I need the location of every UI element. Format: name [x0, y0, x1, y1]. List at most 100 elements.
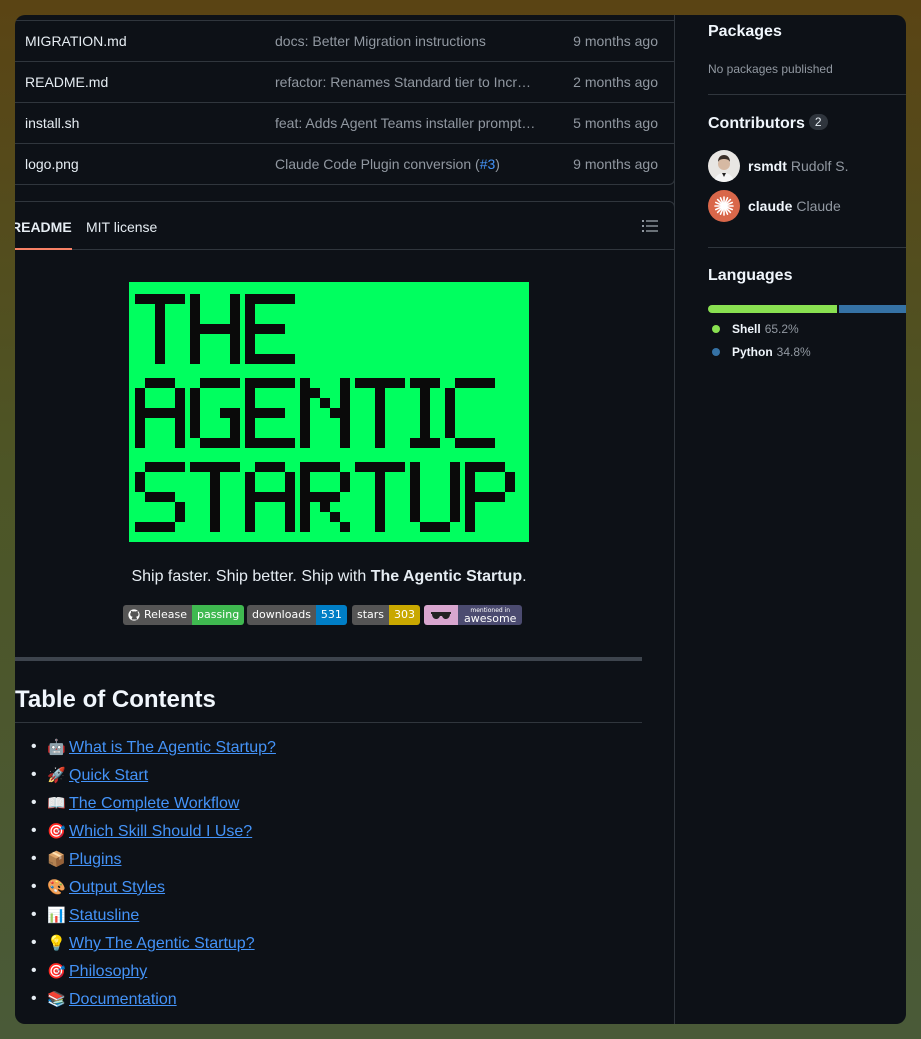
- commit-time: 9 months ago: [573, 33, 658, 49]
- toc-emoji-icon: 🎯: [47, 962, 66, 980]
- commit-time: 2 months ago: [573, 74, 658, 90]
- toc-item: 🎯Philosophy: [31, 962, 276, 990]
- contributor-rsmdt[interactable]: rsmdt Rudolf S.: [708, 150, 849, 182]
- toc-item: 🚀Quick Start: [31, 766, 276, 794]
- window: MIGRATION.md docs: Better Migration inst…: [15, 15, 906, 1024]
- tab-license[interactable]: MIT license: [86, 219, 157, 235]
- language-dot: [712, 325, 720, 333]
- contributors-count: 2: [808, 114, 828, 130]
- toc-link[interactable]: The Complete Workflow: [69, 795, 239, 812]
- contributor-login[interactable]: claude: [748, 198, 792, 214]
- toc-emoji-icon: 🎯: [47, 822, 66, 840]
- toc-item: 💡Why The Agentic Startup?: [31, 934, 276, 962]
- contributor-name: Rudolf S.: [790, 158, 849, 174]
- language-bar-segment: [839, 305, 906, 313]
- toc-emoji-icon: 🚀: [47, 766, 66, 784]
- pr-link[interactable]: #3: [480, 156, 496, 172]
- divider: [15, 722, 642, 723]
- tab-readme[interactable]: README: [15, 219, 72, 250]
- file-list: MIGRATION.md docs: Better Migration inst…: [15, 20, 675, 185]
- commit-message[interactable]: Claude Code Plugin conversion (#3): [275, 156, 540, 172]
- github-icon: [128, 609, 140, 621]
- commit-message-suffix: ): [495, 156, 500, 172]
- language-name: Shell: [732, 322, 761, 336]
- awesome-badge[interactable]: mentioned in awesome: [424, 605, 523, 625]
- toc-emoji-icon: 📦: [47, 850, 66, 868]
- sidebar: Packages No packages published Contribut…: [674, 15, 906, 1024]
- toc-item: 🎨Output Styles: [31, 878, 276, 906]
- toc-link[interactable]: Documentation: [69, 991, 177, 1008]
- toc-emoji-icon: 📊: [47, 906, 66, 924]
- toc-item: 📖The Complete Workflow: [31, 794, 276, 822]
- language-item-python[interactable]: Python 34.8%: [712, 345, 811, 359]
- packages-heading[interactable]: Packages: [708, 23, 782, 41]
- readme-tabs: README MIT license: [15, 202, 674, 250]
- tagline-bold: The Agentic Startup: [370, 568, 523, 585]
- tagline: Ship faster. Ship better. Ship with The …: [15, 568, 643, 586]
- file-name[interactable]: MIGRATION.md: [25, 33, 127, 49]
- list-icon[interactable]: [642, 219, 658, 233]
- file-name[interactable]: README.md: [25, 74, 108, 90]
- toc-link[interactable]: Output Styles: [69, 879, 165, 896]
- badge-row: Release passing downloads 531 stars 303 …: [123, 605, 543, 627]
- toc-emoji-icon: 🤖: [47, 738, 66, 756]
- tagline-text: Ship faster. Ship better. Ship with: [131, 568, 371, 585]
- file-name[interactable]: logo.png: [25, 156, 79, 172]
- badge-label: downloads: [247, 605, 316, 625]
- toc-emoji-icon: 📖: [47, 794, 66, 812]
- badge-value: awesome: [464, 612, 517, 625]
- toc-link[interactable]: Philosophy: [69, 963, 147, 980]
- avatar[interactable]: [708, 190, 740, 222]
- commit-time: 5 months ago: [573, 115, 658, 131]
- language-percent: 34.8%: [776, 345, 811, 359]
- toc-emoji-icon: 🎨: [47, 878, 66, 896]
- logo-image: [129, 282, 529, 542]
- contributors-label: Contributors: [708, 115, 805, 132]
- toc-link[interactable]: Why The Agentic Startup?: [69, 935, 255, 952]
- commit-message[interactable]: feat: Adds Agent Teams installer prompt…: [275, 115, 540, 131]
- toc-link[interactable]: What is The Agentic Startup?: [69, 739, 276, 756]
- downloads-badge[interactable]: downloads 531: [247, 605, 347, 625]
- toc-heading: Table of Contents: [15, 686, 216, 713]
- language-item-shell[interactable]: Shell 65.2%: [712, 322, 799, 336]
- toc-link[interactable]: Plugins: [69, 851, 121, 868]
- stars-badge[interactable]: stars 303: [352, 605, 421, 625]
- badge-value: 531: [315, 605, 347, 625]
- toc-link[interactable]: Statusline: [69, 907, 139, 924]
- languages-heading: Languages: [708, 267, 793, 284]
- commit-message[interactable]: refactor: Renames Standard tier to Incr…: [275, 74, 540, 90]
- toc-link[interactable]: Which Skill Should I Use?: [69, 823, 252, 840]
- toc-item: 📦Plugins: [31, 850, 276, 878]
- toc-emoji-icon: 💡: [47, 934, 66, 952]
- badge-label: stars: [352, 605, 390, 625]
- file-row[interactable]: MIGRATION.md docs: Better Migration inst…: [15, 21, 674, 62]
- avatar[interactable]: [708, 150, 740, 182]
- language-percent: 65.2%: [764, 322, 799, 336]
- commit-message-text: Claude Code Plugin conversion (: [275, 156, 480, 172]
- toc-item: 🤖What is The Agentic Startup?: [31, 738, 276, 766]
- file-name[interactable]: install.sh: [25, 115, 79, 131]
- language-dot: [712, 348, 720, 356]
- file-row[interactable]: logo.png Claude Code Plugin conversion (…: [15, 144, 674, 185]
- toc-item: 📊Statusline: [31, 906, 276, 934]
- toc-link[interactable]: Quick Start: [69, 767, 148, 784]
- tagline-suffix: .: [522, 568, 527, 585]
- contributor-name: Claude: [796, 198, 841, 214]
- commit-time: 9 months ago: [573, 156, 658, 172]
- badge-value: passing: [191, 605, 245, 625]
- toc-item: 🎯Which Skill Should I Use?: [31, 822, 276, 850]
- contributor-login[interactable]: rsmdt: [748, 158, 787, 174]
- release-badge[interactable]: Release passing: [123, 605, 245, 625]
- packages-text: No packages published: [708, 62, 833, 76]
- languages-bar: [708, 305, 906, 313]
- divider: [708, 94, 906, 95]
- toc-emoji-icon: 📚: [47, 990, 66, 1008]
- language-name: Python: [732, 345, 773, 359]
- toc-item: 📚Documentation: [31, 990, 276, 1018]
- readme-panel: README MIT license Ship faster. Ship bet…: [15, 201, 675, 1024]
- contributors-heading[interactable]: Contributors 2: [708, 114, 828, 133]
- file-row[interactable]: install.sh feat: Adds Agent Teams instal…: [15, 103, 674, 144]
- contributor-claude[interactable]: claude Claude: [708, 190, 841, 222]
- file-row[interactable]: README.md refactor: Renames Standard tie…: [15, 62, 674, 103]
- commit-message[interactable]: docs: Better Migration instructions: [275, 33, 540, 49]
